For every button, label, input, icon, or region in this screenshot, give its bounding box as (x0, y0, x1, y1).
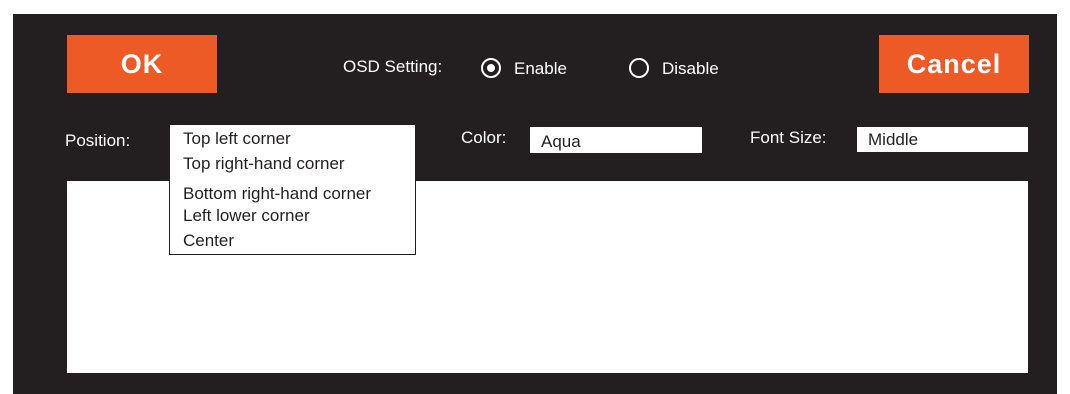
color-select[interactable]: Aqua (530, 127, 702, 153)
position-label: Position: (65, 131, 131, 150)
position-option-top-right[interactable]: Top right-hand corner (183, 154, 345, 174)
osd-setting-label: OSD Setting: (343, 57, 443, 76)
enable-label[interactable]: Enable (514, 59, 567, 79)
font-size-label: Font Size: (750, 128, 827, 147)
position-dropdown[interactable]: Top left corner Top right-hand corner Bo… (169, 124, 416, 255)
ok-button[interactable]: OK (67, 35, 217, 93)
disable-label[interactable]: Disable (662, 59, 719, 79)
disable-radio[interactable] (629, 58, 649, 78)
enable-radio[interactable] (481, 58, 501, 78)
position-option-left-lower[interactable]: Left lower corner (183, 206, 310, 226)
position-option-top-left[interactable]: Top left corner (183, 129, 291, 149)
osd-settings-panel: OK OSD Setting: Enable Disable Cancel Po… (13, 14, 1057, 394)
color-label: Color: (461, 128, 507, 147)
position-option-bottom-right[interactable]: Bottom right-hand corner (183, 184, 371, 204)
cancel-button[interactable]: Cancel (879, 35, 1029, 93)
position-option-center[interactable]: Center (183, 231, 234, 251)
radio-selected-dot (487, 64, 495, 72)
font-size-select[interactable]: Middle (857, 127, 1028, 152)
